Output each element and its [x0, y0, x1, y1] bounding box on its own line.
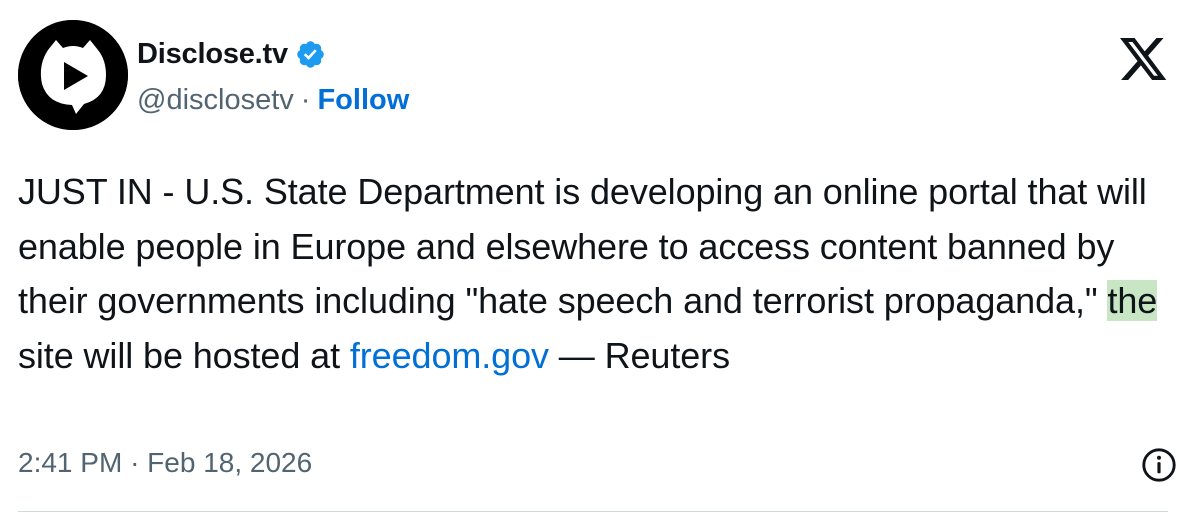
tweet-text-part: JUST IN - U.S. State Department is devel…: [18, 171, 1147, 321]
display-name[interactable]: Disclose.tv: [137, 38, 288, 71]
disclose-play-bubble-icon: [18, 20, 128, 130]
info-icon[interactable]: [1140, 446, 1178, 484]
tweet-text-part: — Reuters: [548, 334, 730, 376]
tweet-date: Feb 18, 2026: [147, 447, 313, 478]
verified-badge-icon: [297, 40, 324, 68]
follow-button[interactable]: Follow: [317, 84, 409, 117]
highlighted-word: the: [1107, 280, 1158, 321]
handle-separator: ·: [300, 84, 311, 116]
tweet-text: JUST IN - U.S. State Department is devel…: [18, 165, 1168, 383]
name-row: Disclose.tv: [137, 32, 409, 76]
handle-row: @disclosetv · Follow: [137, 84, 409, 117]
handle[interactable]: @disclosetv: [137, 84, 294, 117]
divider: [18, 511, 1168, 512]
tweet-card: Disclose.tv @disclosetv · Follow JUST IN…: [0, 0, 1200, 515]
author-block: Disclose.tv @disclosetv · Follow: [137, 32, 409, 117]
avatar[interactable]: [18, 20, 128, 130]
tweet-link[interactable]: freedom.gov: [350, 335, 549, 376]
tweet-text-part: site will be hosted at: [18, 334, 350, 376]
x-logo-icon[interactable]: [1120, 38, 1168, 82]
meta-separator: ·: [130, 447, 140, 478]
tweet-timestamp[interactable]: 2:41 PM · Feb 18, 2026: [18, 447, 312, 479]
tweet-time: 2:41 PM: [18, 447, 123, 478]
